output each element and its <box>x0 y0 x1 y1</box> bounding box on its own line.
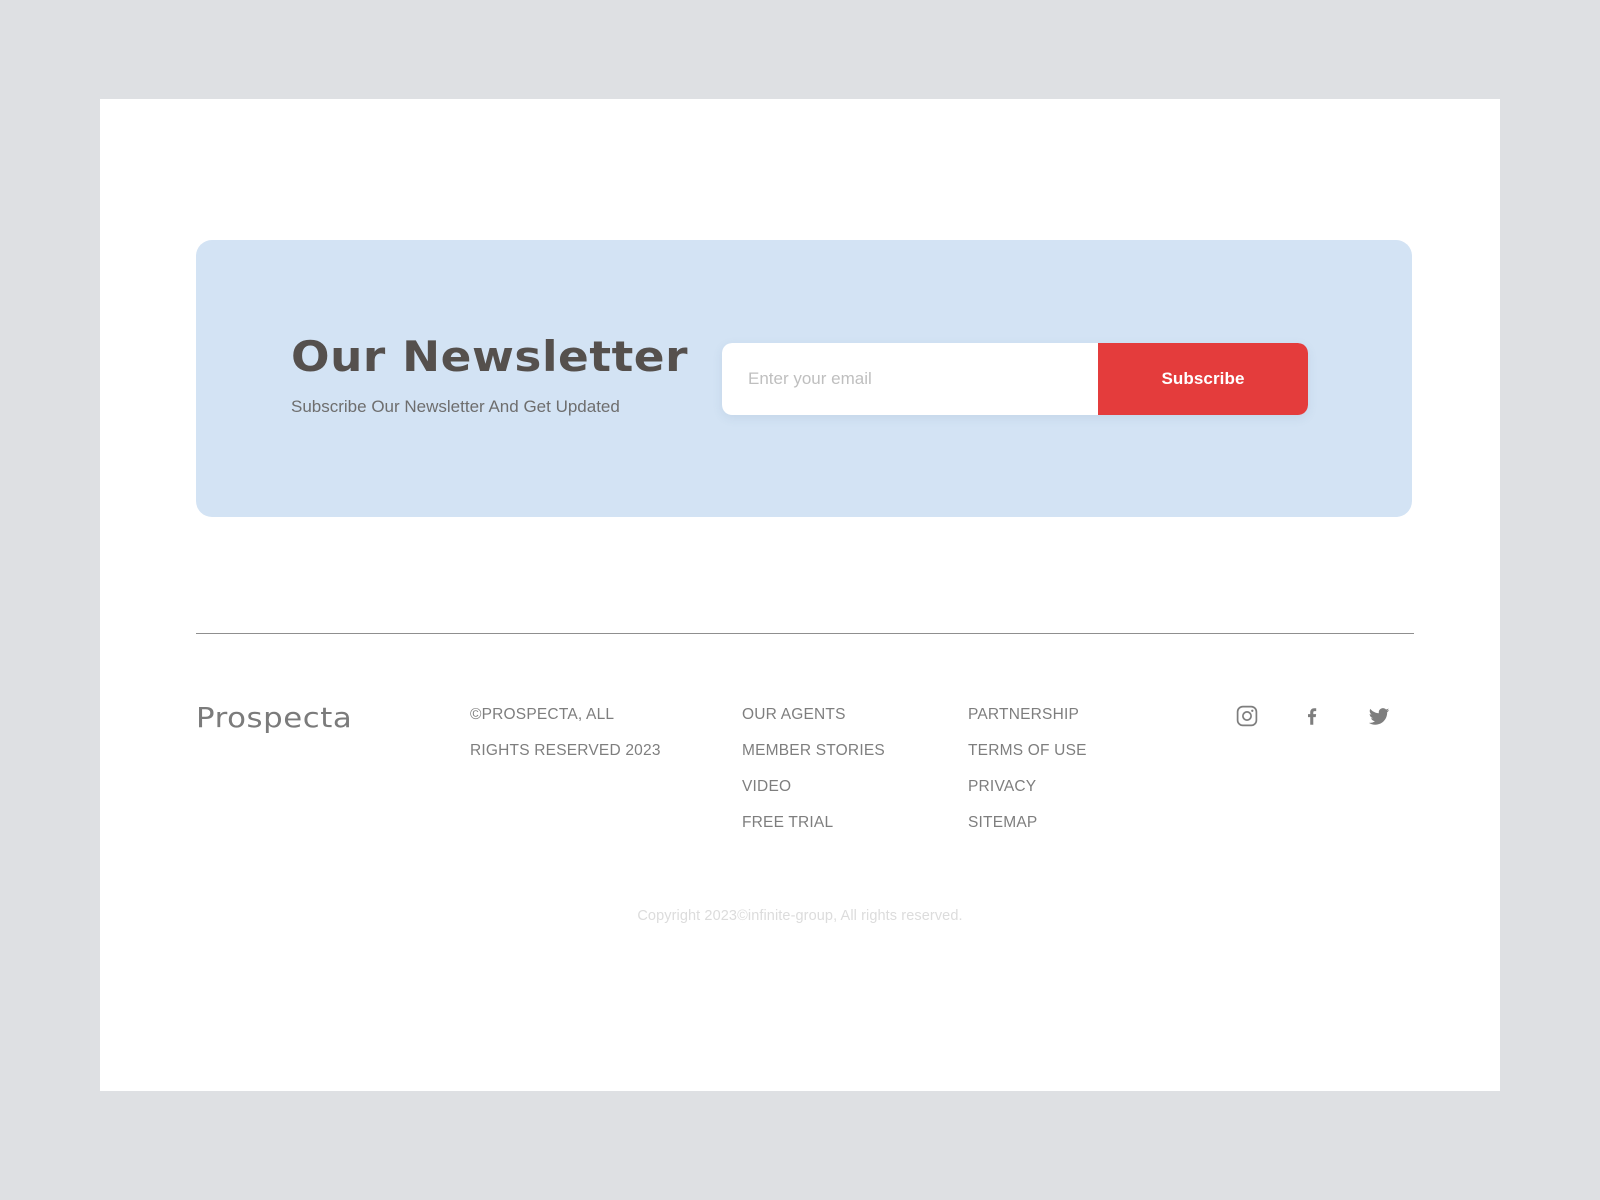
footer-divider <box>196 633 1414 634</box>
footer-link-free-trial[interactable]: FREE TRIAL <box>742 813 968 833</box>
newsletter-inner: Our Newsletter Subscribe Our Newsletter … <box>291 330 1308 418</box>
subscribe-form: Subscribe <box>722 343 1308 415</box>
newsletter-copy: Our Newsletter Subscribe Our Newsletter … <box>291 330 687 418</box>
footer-logo[interactable]: Prospecta <box>196 695 470 735</box>
footer-link-video[interactable]: VIDEO <box>742 777 968 797</box>
newsletter-title: Our Newsletter <box>291 332 689 381</box>
email-input[interactable] <box>722 343 1098 415</box>
instagram-icon[interactable] <box>1234 703 1260 729</box>
legal-line: RIGHTS RESERVED 2023 <box>470 742 661 759</box>
footer-link-privacy[interactable]: PRIVACY <box>968 777 1218 797</box>
footer-link-our-agents[interactable]: OUR AGENTS <box>742 705 968 725</box>
newsletter-card: Our Newsletter Subscribe Our Newsletter … <box>196 240 1412 517</box>
subscribe-button[interactable]: Subscribe <box>1098 343 1308 415</box>
twitter-icon[interactable] <box>1366 703 1392 729</box>
footer-column-legal: ©PROSPECTA, ALL RIGHTS RESERVED 2023 <box>470 695 742 761</box>
footer: Prospecta ©PROSPECTA, ALL RIGHTS RESERVE… <box>196 695 1414 833</box>
social-links <box>1234 695 1414 729</box>
page-sheet: Our Newsletter Subscribe Our Newsletter … <box>100 99 1500 1091</box>
copyright-text: Copyright 2023©infinite-group, All right… <box>637 908 963 924</box>
legal-line: ©PROSPECTA, ALL <box>470 706 615 723</box>
footer-column-links-2: PARTNERSHIP TERMS OF USE PRIVACY SITEMAP <box>968 695 1218 833</box>
footer-link-sitemap[interactable]: SITEMAP <box>968 813 1218 833</box>
facebook-icon[interactable] <box>1300 703 1326 729</box>
footer-logo-text: Prospecta <box>196 701 353 734</box>
footer-link-terms-of-use[interactable]: TERMS OF USE <box>968 741 1218 761</box>
footer-column-links-1: OUR AGENTS MEMBER STORIES VIDEO FREE TRI… <box>742 695 968 833</box>
footer-link-member-stories[interactable]: MEMBER STORIES <box>742 741 968 761</box>
footer-link-partnership[interactable]: PARTNERSHIP <box>968 705 1218 725</box>
newsletter-subtitle: Subscribe Our Newsletter And Get Updated <box>291 397 620 416</box>
